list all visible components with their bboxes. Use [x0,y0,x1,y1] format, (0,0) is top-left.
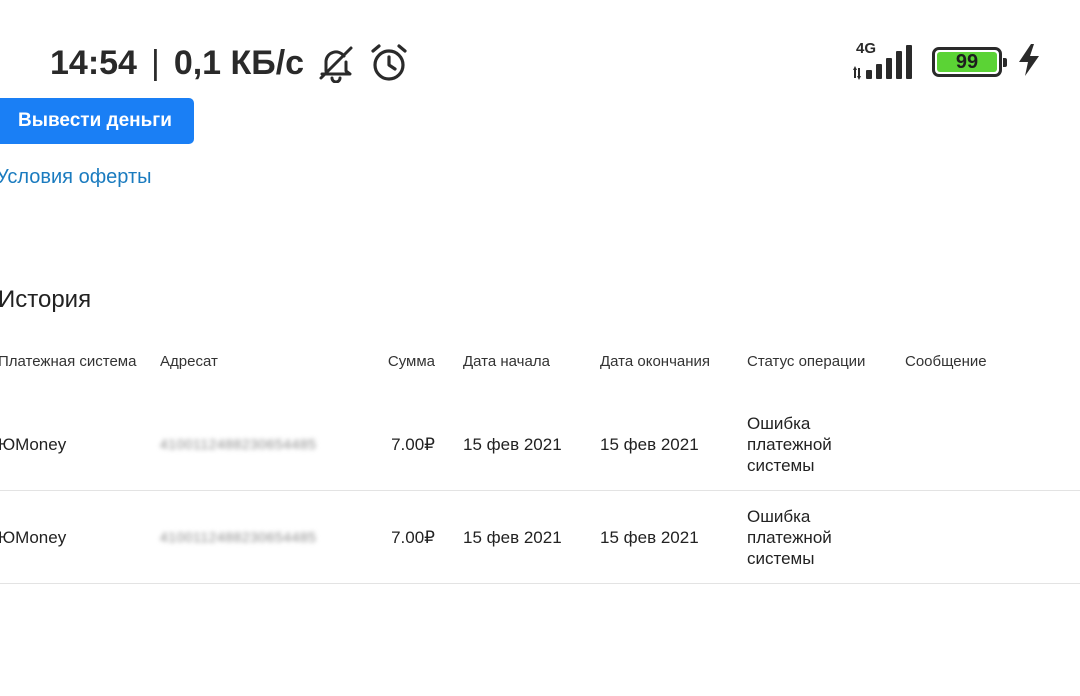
network-speed: 0,1 КБ/с [173,43,305,82]
cell-message [905,491,1065,583]
status-separator: | [150,43,160,82]
status-bar-left: 14:54 | 0,1 КБ/с [50,38,410,88]
cell-payment-system: ЮMoney [0,527,67,547]
clock: 14:54 [50,43,137,82]
network-type: 4G [856,40,877,57]
table-row: ЮMoney 4100112488230654485 7.00₽ 15 фев … [0,491,1080,584]
signal-icon: 4G [852,40,918,82]
offer-terms-link[interactable]: Условия оферты [0,166,152,189]
battery-level: 99 [937,51,997,73]
cell-status: Ошибка платежной системы [747,413,832,475]
cell-recipient: 4100112488230654485 [160,435,317,452]
cell-start-date: 15 фев 2021 [463,527,562,547]
column-header-start-date: Дата начала [463,353,550,370]
withdraw-money-button[interactable]: Вывести деньги [0,98,194,144]
table-header: Платежная система Адресат Сумма Дата нач… [0,338,1080,398]
cell-end-date: 15 фев 2021 [600,527,699,547]
column-header-amount: Сумма [387,353,435,370]
column-header-payment-system: Платежная система [0,353,137,370]
status-bar-right: 4G 99 [852,38,1042,86]
history-table: Платежная система Адресат Сумма Дата нач… [0,338,1080,584]
battery-icon: 99 [932,47,1007,77]
cell-message [905,398,1065,490]
cell-status: Ошибка платежной системы [747,506,832,568]
cell-amount: 7.00₽ [391,527,435,547]
bell-off-icon [316,43,356,83]
column-header-status: Статус операции [747,353,866,370]
alarm-icon [368,42,410,84]
charging-icon [1016,43,1042,82]
history-title: История [0,286,92,313]
cell-recipient: 4100112488230654485 [160,528,317,545]
cell-payment-system: ЮMoney [0,434,67,454]
table-row: ЮMoney 4100112488230654485 7.00₽ 15 фев … [0,398,1080,491]
cell-end-date: 15 фев 2021 [600,434,699,454]
cell-start-date: 15 фев 2021 [463,434,562,454]
cell-amount: 7.00₽ [391,434,435,454]
column-header-recipient: Адресат [160,353,218,370]
column-header-end-date: Дата окончания [600,353,711,370]
column-header-message: Сообщение [905,353,987,370]
